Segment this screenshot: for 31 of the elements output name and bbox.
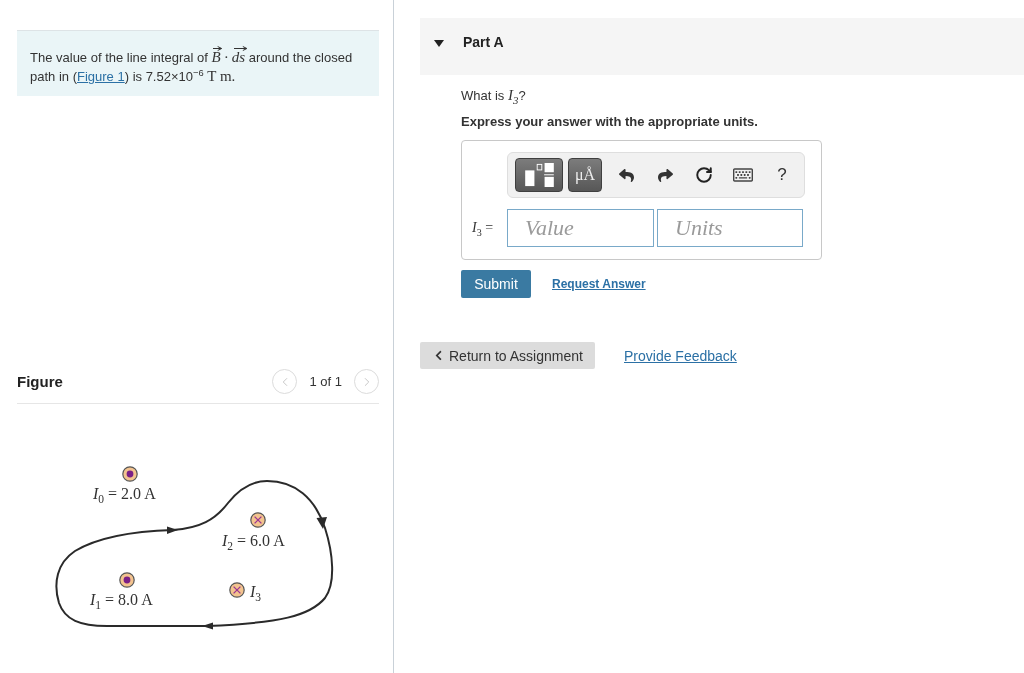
units-button[interactable]: μÅ <box>568 158 602 192</box>
part-header[interactable]: Part A <box>420 18 1024 75</box>
undo-icon[interactable] <box>618 167 634 183</box>
problem-statement: The value of the line integral of B · ds around the closed path in (Figure 1) is 7.52×10$^{−6}$ T m. <box>17 30 379 96</box>
vector-arrow-icon <box>233 46 247 51</box>
request-answer-link[interactable]: Request Answer <box>552 277 646 291</box>
help-button[interactable]: ? <box>767 160 797 190</box>
reset-icon[interactable] <box>695 166 713 184</box>
figure-title: Figure <box>17 373 63 390</box>
page-count: 1 of 1 <box>309 374 342 389</box>
vector-arrow-icon <box>213 46 222 51</box>
chevron-left-icon <box>433 350 444 361</box>
part-title: Part A <box>463 34 504 50</box>
template-icon <box>524 163 554 187</box>
triangle-icon[interactable] <box>434 40 444 47</box>
value-input[interactable]: Value <box>507 209 654 247</box>
feedback-link[interactable]: Provide Feedback <box>624 347 737 364</box>
return-button[interactable]: Return to Assignment <box>420 342 595 369</box>
answer-label: I$_{3}$ = <box>472 220 495 236</box>
instruction-text: Express your answer with the appropriate units. <box>461 113 758 131</box>
templates-button[interactable] <box>515 158 563 192</box>
current-label: I$_{3}$ <box>250 583 262 601</box>
current-label: I$_{2}$ = 6.0 A <box>222 532 285 550</box>
units-input[interactable]: Units <box>657 209 803 247</box>
current-label: I$_{1}$ = 8.0 A <box>90 591 153 609</box>
question-text: What is I$_{3}$? <box>461 86 526 105</box>
submit-button[interactable]: Submit <box>461 270 531 298</box>
keyboard-icon[interactable] <box>733 165 753 185</box>
current-label: I$_{0}$ = 2.0 A <box>93 485 156 503</box>
redo-icon[interactable] <box>657 167 673 183</box>
figure-link[interactable]: Figure 1 <box>77 69 125 84</box>
